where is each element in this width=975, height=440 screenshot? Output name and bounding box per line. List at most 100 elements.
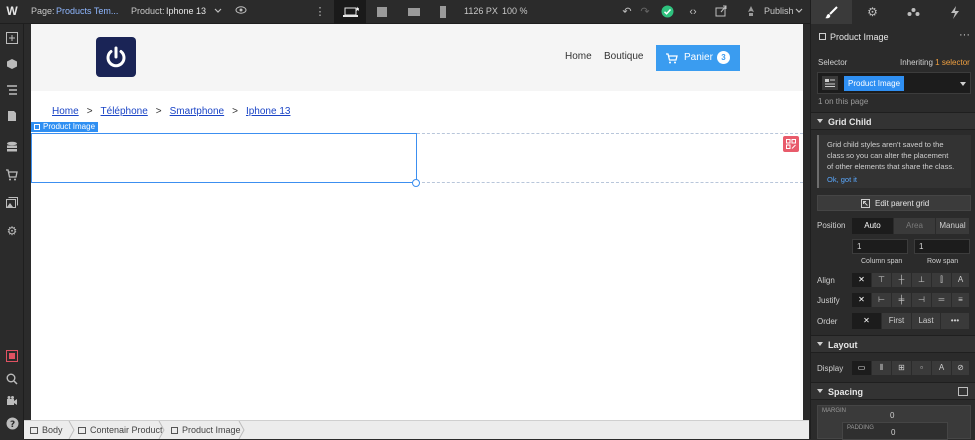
webflow-logo-icon[interactable]: W (5, 4, 19, 18)
row-span-input[interactable] (914, 239, 970, 254)
display-inline-icon[interactable]: A (932, 361, 952, 375)
ecommerce-cart-icon[interactable] (5, 169, 19, 183)
grid-child-note-line: Grid child styles aren't saved to the (827, 140, 944, 149)
justify-center-icon[interactable]: ╪ (892, 293, 912, 307)
selector-field[interactable]: Product Image (817, 72, 971, 94)
bc-product-image[interactable]: Product Image (171, 425, 241, 435)
selector-dropdown-caret-icon[interactable] (960, 82, 966, 86)
align-start-icon[interactable]: ⊤ (872, 273, 892, 287)
interactions-tab-lightning-icon[interactable] (934, 0, 975, 24)
site-logo[interactable] (96, 37, 136, 77)
nav-link-boutique[interactable]: Boutique (604, 51, 643, 62)
order-label: Order (817, 317, 838, 326)
tablet-landscape-breakpoint-button[interactable] (366, 0, 398, 24)
order-none-icon[interactable]: ✕ (852, 313, 882, 329)
record-stop-icon[interactable] (5, 350, 19, 364)
align-none-icon[interactable]: ✕ (852, 273, 872, 287)
desktop-breakpoint-button[interactable]: ★ (334, 0, 366, 24)
svg-text:?: ? (10, 420, 15, 430)
product-selector[interactable]: Iphone 13 (166, 6, 206, 16)
order-first-option[interactable]: First (882, 313, 912, 329)
assets-images-icon[interactable] (5, 197, 19, 211)
settings-tab-gear-icon[interactable]: ⚙ (852, 0, 893, 24)
display-block-icon[interactable]: ▭ (852, 361, 872, 375)
code-icon[interactable]: ‹› (686, 5, 700, 19)
margin-label: MARGIN (822, 408, 846, 414)
undo-icon[interactable]: ↶ (620, 5, 634, 19)
position-auto-option[interactable]: Auto (852, 218, 894, 234)
mobile-breakpoint-button[interactable] (428, 0, 460, 24)
settings-gear-icon[interactable]: ⚙ (5, 224, 19, 238)
spacing-title: Spacing (828, 387, 864, 397)
order-custom-option[interactable]: ••• (941, 313, 970, 329)
tablet-breakpoint-button[interactable] (398, 0, 430, 24)
display-inline-block-icon[interactable]: ▫ (912, 361, 932, 375)
zoom-level[interactable]: 100 % (502, 6, 528, 16)
selected-element-tag[interactable]: Product Image (31, 122, 99, 132)
position-area-option[interactable]: Area (894, 218, 936, 234)
nav-link-home[interactable]: Home (565, 51, 592, 62)
spacing-options-icon[interactable] (958, 387, 968, 396)
symbols-cube-icon[interactable] (5, 58, 19, 72)
position-manual-option[interactable]: Manual (936, 218, 970, 234)
padding-top-value[interactable]: 0 (891, 428, 895, 437)
publish-chevron-down-icon[interactable] (792, 5, 806, 19)
selector-class-chip[interactable]: Product Image (844, 76, 905, 91)
video-tutorial-icon[interactable] (5, 395, 19, 409)
product-image-selection[interactable] (31, 133, 417, 183)
preview-eye-icon[interactable] (234, 5, 248, 19)
align-stretch-icon[interactable]: ⫿ (932, 273, 952, 287)
more-vertical-icon[interactable]: ⋮ (313, 5, 327, 19)
breadcrumb-separator: > (232, 106, 238, 117)
edit-parent-grid-button[interactable]: Edit parent grid (817, 195, 971, 211)
interactions-tab-drops-icon[interactable] (893, 0, 934, 24)
style-tab-brush-icon[interactable] (811, 0, 852, 24)
padding-box[interactable]: PADDING 0 (842, 422, 948, 440)
breadcrumb-smartphone[interactable]: Smartphone (170, 106, 224, 117)
redo-icon[interactable]: ↷ (638, 5, 652, 19)
navigator-icon[interactable] (5, 84, 19, 98)
align-end-icon[interactable]: ⊥ (912, 273, 932, 287)
breadcrumb-telephone[interactable]: Téléphone (101, 106, 148, 117)
order-last-option[interactable]: Last (912, 313, 941, 329)
page-selector[interactable]: Products Tem... (56, 6, 118, 16)
grid-child-section-header[interactable]: Grid Child (811, 112, 975, 130)
grid-settings-icon[interactable] (783, 136, 799, 152)
margin-box[interactable]: MARGIN 0 PADDING 0 (817, 405, 971, 440)
help-question-icon[interactable]: ? (5, 417, 19, 431)
element-box-icon (34, 124, 40, 130)
justify-start-icon[interactable]: ⊢ (872, 293, 892, 307)
chevron-down-icon[interactable] (211, 5, 225, 19)
justify-end-icon[interactable]: ⊣ (912, 293, 932, 307)
breadcrumb-iphone[interactable]: Iphone 13 (246, 106, 291, 117)
align-baseline-icon[interactable]: A (952, 273, 970, 287)
column-span-input[interactable] (852, 239, 908, 254)
cms-database-icon[interactable] (5, 141, 19, 155)
export-icon[interactable] (714, 5, 728, 19)
design-canvas[interactable]: Home Boutique Panier 3 Home > Téléphone > Sm… (31, 24, 803, 420)
margin-top-value[interactable]: 0 (890, 411, 894, 420)
search-icon[interactable] (5, 373, 19, 387)
add-element-icon[interactable] (5, 32, 19, 46)
element-box-icon (819, 33, 826, 40)
breadcrumb-home[interactable]: Home (52, 106, 79, 117)
inheriting-link[interactable]: 1 selector (935, 58, 970, 67)
resize-handle[interactable] (412, 179, 420, 187)
spacing-section-header[interactable]: Spacing (811, 382, 975, 400)
more-options-icon[interactable]: ··· (959, 29, 970, 41)
display-flex-icon[interactable]: ⫴ (872, 361, 892, 375)
selector-style-icon[interactable] (822, 76, 838, 90)
display-none-icon[interactable]: ⊘ (952, 361, 970, 375)
bc-contenair-product[interactable]: Contenair Product (78, 425, 163, 435)
layout-section-header[interactable]: Layout (811, 335, 975, 353)
justify-baseline-icon[interactable]: ≡ (952, 293, 970, 307)
bc-body[interactable]: Body (30, 425, 63, 435)
publish-button[interactable]: Publish (764, 6, 794, 16)
pages-icon[interactable] (5, 110, 19, 124)
align-center-icon[interactable]: ┼ (892, 273, 912, 287)
display-grid-icon[interactable]: ⊞ (892, 361, 912, 375)
cart-button[interactable]: Panier 3 (656, 45, 740, 71)
justify-stretch-icon[interactable]: ═ (932, 293, 952, 307)
ok-got-it-link[interactable]: Ok, got it (827, 175, 857, 184)
justify-none-icon[interactable]: ✕ (852, 293, 872, 307)
